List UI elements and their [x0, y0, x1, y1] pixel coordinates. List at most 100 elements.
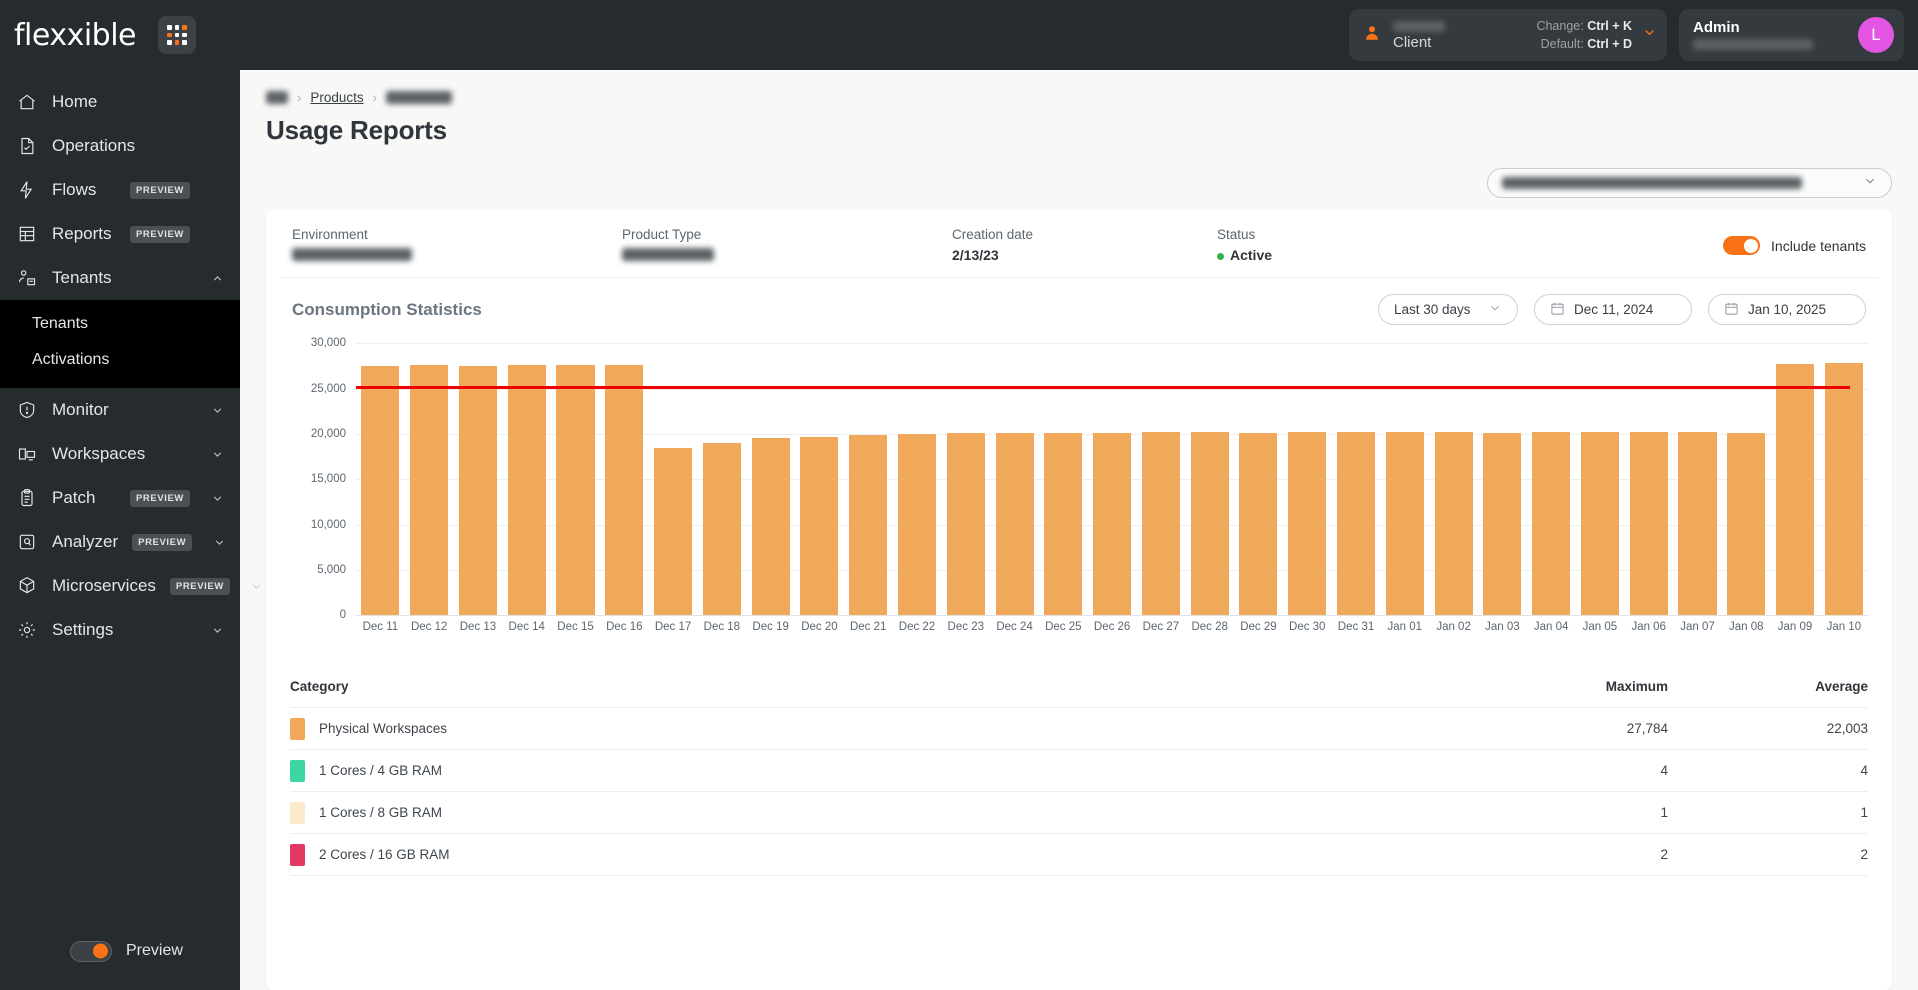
chart-bar[interactable] — [1044, 432, 1083, 616]
chart-bar[interactable] — [1336, 432, 1376, 616]
chart-bar-slot[interactable] — [1137, 343, 1186, 616]
chevron-down-icon[interactable] — [1642, 25, 1657, 45]
date-from-input[interactable]: Dec 11, 2024 — [1534, 294, 1692, 326]
sidebar-item-patch[interactable]: Patch PREVIEW — [0, 476, 240, 520]
chart-bar-slot[interactable] — [795, 343, 844, 616]
admin-account[interactable]: Admin L — [1679, 9, 1904, 61]
chart-bar[interactable] — [507, 365, 546, 616]
chart-bar-slot[interactable] — [941, 343, 990, 616]
chevron-down-icon[interactable] — [210, 448, 224, 461]
chart-bar[interactable] — [605, 365, 644, 616]
chart-bar[interactable] — [1532, 432, 1571, 616]
chart-bar-slot[interactable] — [502, 343, 551, 616]
chart-bar[interactable] — [1434, 432, 1473, 616]
chart-bar[interactable] — [458, 365, 497, 616]
chevron-down-icon[interactable] — [212, 536, 226, 549]
breadcrumb-item-redacted-2[interactable] — [385, 91, 452, 104]
chart-bar-slot[interactable] — [1088, 343, 1137, 616]
chart-bar-slot[interactable] — [405, 343, 454, 616]
chart-bar[interactable] — [1824, 363, 1863, 616]
chart-bar-slot[interactable] — [990, 343, 1039, 616]
client-selector[interactable]: Client Change: Ctrl + K Default: Ctrl + … — [1349, 9, 1667, 61]
chart-bar[interactable] — [946, 433, 985, 616]
apps-grid-icon[interactable] — [158, 16, 197, 54]
date-to-input[interactable]: Jan 10, 2025 — [1708, 294, 1866, 326]
sidebar-item-home[interactable]: Home — [0, 80, 240, 124]
sidebar-item-tenants[interactable]: Tenants — [0, 256, 240, 300]
table-row[interactable]: 2 Cores / 16 GB RAM 2 2 — [290, 834, 1868, 877]
chart-bar[interactable] — [897, 433, 936, 616]
chart-bar[interactable] — [1678, 432, 1717, 616]
chart-bar-slot[interactable] — [1624, 343, 1673, 616]
chart-bar-slot[interactable] — [844, 343, 893, 616]
chart-bar[interactable] — [361, 365, 400, 616]
breadcrumb-item-redacted-1[interactable] — [266, 91, 288, 104]
chart-bar[interactable] — [751, 438, 790, 616]
sidebar-item-workspaces[interactable]: Workspaces — [0, 432, 240, 476]
chart-bar[interactable] — [654, 448, 693, 616]
chart-bar[interactable] — [1727, 432, 1766, 616]
chart-bar[interactable] — [1141, 432, 1180, 616]
sidebar-subitem-activations[interactable]: Activations — [0, 342, 240, 378]
chart-bar-slot[interactable] — [551, 343, 600, 616]
chart-bar-slot[interactable] — [1039, 343, 1088, 616]
chart-bar[interactable] — [1385, 432, 1424, 616]
sidebar-item-reports[interactable]: Reports PREVIEW — [0, 212, 240, 256]
chart-bar[interactable] — [1190, 432, 1229, 616]
chart-bar-slot[interactable] — [649, 343, 698, 616]
chart-bar[interactable] — [1288, 432, 1327, 616]
chart-bar-slot[interactable] — [1478, 343, 1527, 616]
sidebar-item-microservices[interactable]: Microservices PREVIEW — [0, 564, 261, 608]
sidebar-item-monitor[interactable]: Monitor — [0, 388, 240, 432]
chart-bar-slot[interactable] — [746, 343, 795, 616]
chevron-down-icon[interactable] — [210, 404, 224, 417]
chart-bar[interactable] — [1239, 432, 1278, 616]
app-logo[interactable]: flexxible — [14, 18, 137, 53]
sidebar-item-settings[interactable]: Settings — [0, 608, 240, 652]
chart-bar-slot[interactable] — [1283, 343, 1332, 616]
chart-bar-slot[interactable] — [1234, 343, 1283, 616]
chart-bar[interactable] — [995, 433, 1034, 616]
chevron-down-icon[interactable] — [210, 492, 224, 505]
chart-bar[interactable] — [556, 365, 595, 616]
chart-bar-slot[interactable] — [1819, 343, 1868, 616]
sidebar-item-analyzer[interactable]: Analyzer PREVIEW — [0, 520, 240, 564]
chevron-down-icon[interactable] — [250, 580, 264, 593]
chart-bar-slot[interactable] — [1771, 343, 1820, 616]
chart-bar[interactable] — [702, 442, 741, 616]
chart-bar[interactable] — [1776, 364, 1815, 616]
chart-bar-slot[interactable] — [1380, 343, 1429, 616]
preview-toggle[interactable] — [70, 940, 112, 962]
date-range-select[interactable]: Last 30 days — [1378, 294, 1518, 326]
chart-bar-slot[interactable] — [600, 343, 649, 616]
chart-bar-slot[interactable] — [1576, 343, 1625, 616]
sidebar-subitem-tenants[interactable]: Tenants — [0, 306, 240, 342]
chart-bar[interactable] — [1093, 432, 1132, 616]
sidebar-item-flows[interactable]: Flows PREVIEW — [0, 168, 240, 212]
chart-bar[interactable] — [1580, 432, 1619, 616]
chart-bar-slot[interactable] — [454, 343, 503, 616]
chart-bar-slot[interactable] — [1332, 343, 1381, 616]
table-row[interactable]: 1 Cores / 4 GB RAM 4 4 — [290, 750, 1868, 793]
chart-bar[interactable] — [410, 365, 449, 616]
chart-bar-slot[interactable] — [1185, 343, 1234, 616]
chart-bar[interactable] — [1483, 432, 1522, 616]
chart-bar-slot[interactable] — [356, 343, 405, 616]
chart-bar[interactable] — [800, 436, 839, 616]
table-row[interactable]: Physical Workspaces 27,784 22,003 — [290, 708, 1868, 751]
sidebar-item-operations[interactable]: Operations — [0, 124, 240, 168]
chart-bar-slot[interactable] — [1722, 343, 1771, 616]
chart-bar-slot[interactable] — [1673, 343, 1722, 616]
chevron-up-icon[interactable] — [210, 272, 224, 285]
avatar[interactable]: L — [1858, 17, 1894, 53]
include-tenants-toggle[interactable] — [1723, 236, 1761, 255]
chart-bar-slot[interactable] — [697, 343, 746, 616]
chart-bar[interactable] — [849, 434, 888, 616]
chart-bar-slot[interactable] — [1429, 343, 1478, 616]
table-row[interactable]: 1 Cores / 8 GB RAM 1 1 — [290, 792, 1868, 835]
chart-bar[interactable] — [1629, 432, 1668, 616]
chart-bar-slot[interactable] — [893, 343, 942, 616]
chevron-down-icon[interactable] — [210, 624, 224, 637]
product-select[interactable] — [1487, 168, 1892, 198]
chart-bar-slot[interactable] — [1527, 343, 1576, 616]
